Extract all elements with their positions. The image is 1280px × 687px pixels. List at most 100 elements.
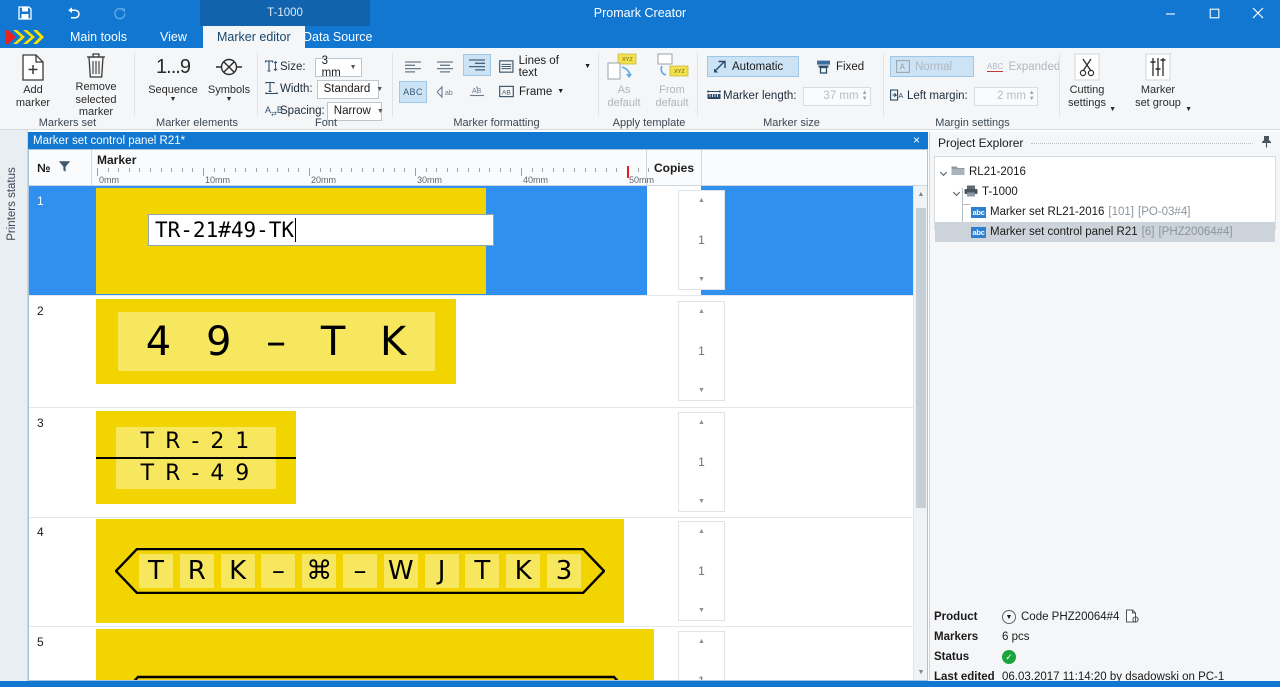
copies-stepper[interactable]: ▲ 1 ▼ [678,301,725,401]
marker-length-input[interactable]: 37 mm ▲ ▼ [802,86,871,106]
scroll-up-arrow-icon[interactable]: ▲ [914,186,928,202]
marker-label[interactable]: T R - 2 1 T R - 4 9 [96,411,296,504]
table-row[interactable]: 5 TRK-⌘-WJTK3145 ▲ 1 ▼ [29,627,927,680]
copies-stepper[interactable]: ▲ 1 ▼ [678,412,725,512]
copies-stepper[interactable]: ▲ 1 ▼ [678,190,725,290]
lines-of-text-button[interactable]: Lines of text ▼ [494,54,599,79]
stepper-down-icon[interactable]: ▼ [698,276,705,283]
stepper-up-icon[interactable]: ▲ [698,638,705,645]
align-left-button[interactable] [399,56,427,78]
scrollbar-thumb[interactable] [916,208,926,508]
printers-status-panel-tab[interactable]: Printers status [0,130,28,687]
close-icon[interactable]: × [913,133,920,147]
cutting-settings-button[interactable]: Cutting settings ▼ [1054,52,1120,114]
stepper-down-icon[interactable]: ▼ [698,387,705,394]
stepper-down-icon[interactable]: ▼ [1029,96,1035,102]
marker-set-group-label-line2: set group [1135,96,1181,109]
editor-document-tab[interactable]: Marker set control panel R21* × [28,132,928,149]
chevron-down-icon[interactable]: ▼ [1185,106,1192,113]
sliders-icon [1145,52,1171,82]
remove-selected-marker-button[interactable]: Remove selected marker [60,52,132,118]
text-orientation-rotated-button[interactable]: ab [431,81,459,103]
redo-icon[interactable] [102,0,136,26]
left-margin-input[interactable]: 2 mm ▲ ▼ [973,86,1038,106]
sequence-button[interactable]: 1...9 Sequence ▼ [142,52,204,114]
marker-length-stepper[interactable]: ▲ ▼ [862,90,868,102]
group-label-markers-set: Markers set [38,117,97,129]
ruler-tick [340,168,342,172]
marker-text-input[interactable]: TR-21#49-TK [148,214,494,246]
font-width-combo[interactable]: Standard ▼ [316,79,383,99]
save-icon[interactable] [8,0,42,26]
tree-node-marker-set-control-panel-r21[interactable]: abc Marker set control panel R21 [6] [PH… [935,222,1275,242]
expanded-margin-icon: ABC [987,61,1004,72]
marker-label[interactable]: TRK-⌘-WJTK3145 [96,629,654,680]
as-default-button[interactable]: XYZ As default [600,52,648,114]
document-tab[interactable]: T-1000 [200,0,370,26]
stepper-down-icon[interactable]: ▼ [862,96,868,102]
add-marker-button[interactable]: Add marker [2,52,64,114]
table-row[interactable]: 4 T R K – ⌘ – W J T K 3 ▲ 1 ▼ [29,517,927,627]
font-width-icon [264,81,280,97]
marker-label[interactable]: 4 9 – T K [96,299,456,384]
cutting-settings-label-line2: settings [1068,96,1106,109]
frame-button[interactable]: AB Frame ▼ [494,81,572,102]
table-row[interactable]: 2 4 9 – T K ▲ 1 ▼ [29,296,927,408]
tree-expander-icon[interactable] [952,188,961,196]
stepper-up-icon[interactable]: ▲ [698,419,705,426]
chevron-down-icon[interactable]: ▼ [226,96,233,103]
tab-main-tools[interactable]: Main tools [56,26,141,48]
marker-set-group-button[interactable]: Marker set group ▼ [1122,52,1194,114]
normal-margin-button[interactable]: A Normal [890,56,974,77]
stepper-up-icon[interactable]: ▲ [698,528,705,535]
undo-icon[interactable] [56,0,90,26]
copies-stepper[interactable]: ▲ 1 ▼ [678,631,725,680]
chevron-down-icon[interactable]: ▼ [1002,610,1016,624]
tab-data-source[interactable]: Data Source [289,26,386,48]
chevron-down-icon[interactable]: ▼ [1109,106,1116,113]
document-copy-icon[interactable] [1125,609,1140,626]
left-margin-stepper[interactable]: ▲ ▼ [1029,90,1035,102]
editor-vertical-scrollbar[interactable]: ▲ ▼ [913,186,927,680]
ruler-tick [574,168,575,172]
tree-node-code: [PHZ20064#4] [1158,226,1233,238]
svg-text:AB: AB [472,88,482,95]
fixed-size-button[interactable]: Fixed [811,56,872,77]
copies-stepper[interactable]: ▲ 1 ▼ [678,521,725,621]
align-right-button[interactable] [463,54,491,76]
chevron-down-icon[interactable]: ▼ [170,96,177,103]
text-orientation-horizontal-button[interactable]: ABC [399,81,427,103]
tree-node-t-1000[interactable]: T-1000 [935,182,1275,202]
stepper-up-icon[interactable]: ▲ [698,308,705,315]
lines-of-text-label: Lines of text [518,54,559,79]
tab-view[interactable]: View [146,26,201,48]
tree-node-marker-set-rl21-2016[interactable]: abc Marker set RL21-2016 [101] [PO-03#4] [935,202,1275,222]
info-row-markers: Markers 6 pcs [934,627,1276,647]
tree-node-rl21-2016[interactable]: RL21-2016 [935,162,1275,182]
tree-expander-icon[interactable] [939,168,948,176]
ruler-tick [425,168,427,172]
filter-icon[interactable] [58,160,71,176]
symbols-button[interactable]: Symbols ▼ [198,52,260,114]
marker-text-value: 4 9 – T K [145,318,418,365]
stepper-down-icon[interactable]: ▼ [698,498,705,505]
font-size-combo[interactable]: 3 mm ▼ [314,55,362,79]
marker-label[interactable]: T R K – ⌘ – W J T K 3 [96,519,624,623]
maximize-button[interactable] [1192,0,1236,26]
minimize-button[interactable] [1148,0,1192,26]
from-default-button[interactable]: XYZ From default [648,52,696,114]
table-row[interactable]: 3 T R - 2 1 T R - 4 9 ▲ 1 ▼ [29,408,927,518]
table-row[interactable]: 1 TR-21#49-TK ▲ 1 ▼ [29,186,927,296]
from-default-icon: XYZ [654,52,690,82]
text-orientation-vertical-button[interactable]: AB [463,81,491,103]
column-header-copies: Copies [647,150,701,186]
pin-icon[interactable] [1261,135,1272,151]
automatic-size-button[interactable]: Automatic [707,56,799,77]
scroll-down-arrow-icon[interactable]: ▼ [914,664,928,680]
ruler-tick [319,168,321,172]
font-size-label: Size: [280,61,306,73]
close-button[interactable] [1236,0,1280,26]
align-center-button[interactable] [431,56,459,78]
stepper-down-icon[interactable]: ▼ [698,607,705,614]
stepper-up-icon[interactable]: ▲ [698,197,705,204]
